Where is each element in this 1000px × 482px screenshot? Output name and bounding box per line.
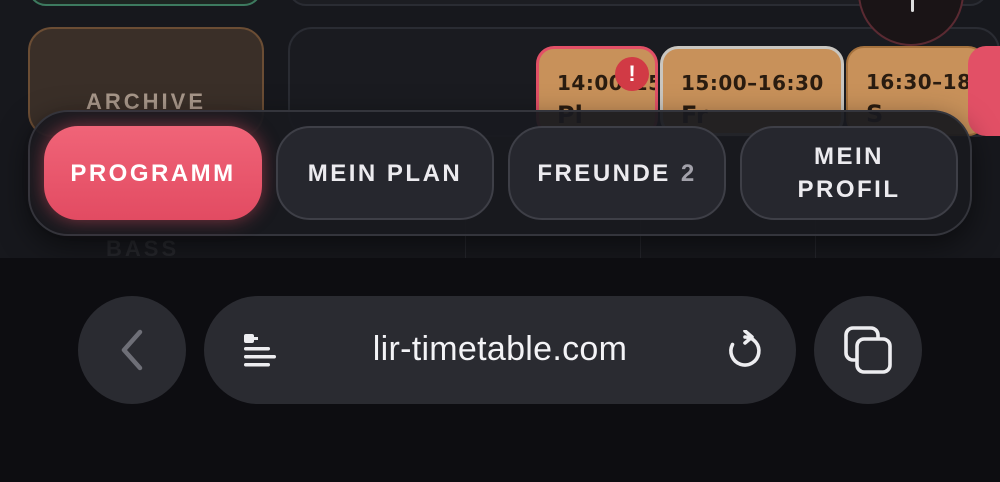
event-time: 15:00–16:30 xyxy=(681,71,824,95)
browser-toolbar: lir-timetable.com xyxy=(0,258,1000,482)
timetable: ARCHIVE 14:00–15:00 Pl ! 15:00–16:30 Fr … xyxy=(0,0,1000,258)
alert-icon: ! xyxy=(615,57,649,91)
tabs-button[interactable] xyxy=(814,296,922,404)
url-text: lir-timetable.com xyxy=(372,330,628,368)
friends-count-badge: 2 xyxy=(680,159,697,187)
tab-label: MEIN PLAN xyxy=(307,159,463,187)
stage-card-prev[interactable] xyxy=(28,0,262,6)
stage-label-bass: BASS xyxy=(106,236,180,258)
chevron-left-icon xyxy=(121,329,143,371)
tab-programm[interactable]: PROGRAMM xyxy=(44,126,262,220)
tabs-icon xyxy=(844,326,892,374)
tab-mein-profil[interactable]: MEIN PROFIL xyxy=(740,126,958,220)
tab-label: MEIN PROFIL xyxy=(797,143,901,203)
event-slot-edge[interactable] xyxy=(968,46,1000,136)
tab-freunde[interactable]: FREUNDE 2 xyxy=(508,126,726,220)
page: ARCHIVE 14:00–15:00 Pl ! 15:00–16:30 Fr … xyxy=(0,0,1000,482)
address-bar[interactable]: lir-timetable.com xyxy=(204,296,796,404)
back-button[interactable] xyxy=(78,296,186,404)
tab-mein-plan[interactable]: MEIN PLAN xyxy=(276,126,494,220)
tab-label: PROGRAMM xyxy=(70,159,236,187)
reload-icon[interactable] xyxy=(724,330,766,372)
tab-label: FREUNDE xyxy=(537,159,671,187)
tab-bar: PROGRAMM MEIN PLAN FREUNDE 2 MEIN PROFIL xyxy=(28,110,972,236)
